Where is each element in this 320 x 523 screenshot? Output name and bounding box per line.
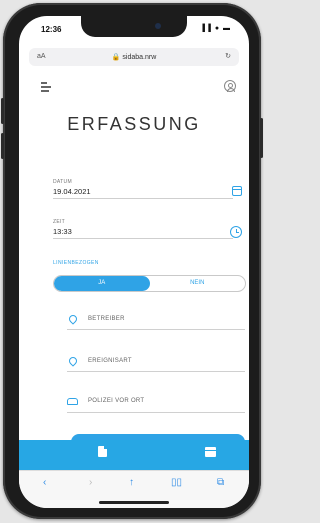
time-label: ZEIT bbox=[53, 219, 66, 225]
address-bar[interactable]: aA 🔒 sidaba.nrw ↻ bbox=[29, 48, 239, 66]
page-title: ERFASSUNG bbox=[67, 114, 201, 134]
bookmarks-icon[interactable]: ▯▯ bbox=[171, 477, 182, 488]
phone-frame: 12:36 ▐▐ ● ▬ aA 🔒 sidaba.nrw ↻ ERFASSUNG… bbox=[1, 3, 263, 519]
reload-icon[interactable]: ↻ bbox=[225, 52, 231, 60]
location-pin-icon bbox=[67, 355, 79, 367]
url-text[interactable]: 🔒 sidaba.nrw bbox=[29, 53, 239, 61]
clock-icon[interactable] bbox=[230, 226, 242, 238]
volume-down-button bbox=[1, 133, 4, 159]
home-indicator[interactable] bbox=[99, 501, 169, 504]
back-button[interactable]: ‹ bbox=[43, 477, 46, 488]
toggle-no-option[interactable]: NEIN bbox=[150, 276, 246, 291]
police-underline bbox=[67, 412, 245, 413]
camera-icon bbox=[155, 23, 161, 29]
user-icon[interactable] bbox=[224, 80, 236, 92]
toggle-yes-option[interactable]: JA bbox=[54, 276, 150, 291]
date-underline bbox=[53, 198, 233, 199]
date-label: DATUM bbox=[53, 179, 72, 185]
forward-button[interactable]: › bbox=[89, 477, 92, 488]
operator-underline bbox=[67, 329, 245, 330]
event-type-field[interactable]: EREIGNISART bbox=[88, 358, 132, 364]
operator-field[interactable]: BETREIBER bbox=[88, 316, 125, 322]
share-icon[interactable]: ↑ bbox=[129, 477, 134, 488]
police-on-site-field[interactable]: POLIZEI VOR ORT bbox=[88, 398, 144, 404]
power-button bbox=[260, 118, 263, 158]
time-field[interactable]: 13:33 bbox=[53, 227, 72, 236]
screen: 12:36 ▐▐ ● ▬ aA 🔒 sidaba.nrw ↻ ERFASSUNG… bbox=[19, 16, 249, 508]
time-underline bbox=[53, 238, 233, 239]
date-field[interactable]: 19.04.2021 bbox=[53, 187, 91, 196]
police-car-icon bbox=[67, 398, 78, 405]
calendar-icon[interactable] bbox=[232, 186, 242, 196]
menu-icon[interactable] bbox=[41, 82, 51, 92]
tabs-icon[interactable]: ⧉ bbox=[217, 477, 224, 488]
event-type-underline bbox=[67, 371, 245, 372]
line-related-toggle[interactable]: JA NEIN bbox=[53, 275, 246, 292]
location-pin-icon bbox=[67, 313, 79, 325]
document-icon[interactable] bbox=[98, 446, 107, 457]
status-icons: ▐▐ ● ▬ bbox=[199, 25, 231, 32]
archive-icon[interactable] bbox=[205, 447, 216, 457]
notch bbox=[81, 16, 187, 37]
volume-up-button bbox=[1, 98, 4, 124]
status-time: 12:36 bbox=[41, 25, 62, 34]
line-related-label: LINIENBEZOGEN bbox=[53, 260, 99, 266]
